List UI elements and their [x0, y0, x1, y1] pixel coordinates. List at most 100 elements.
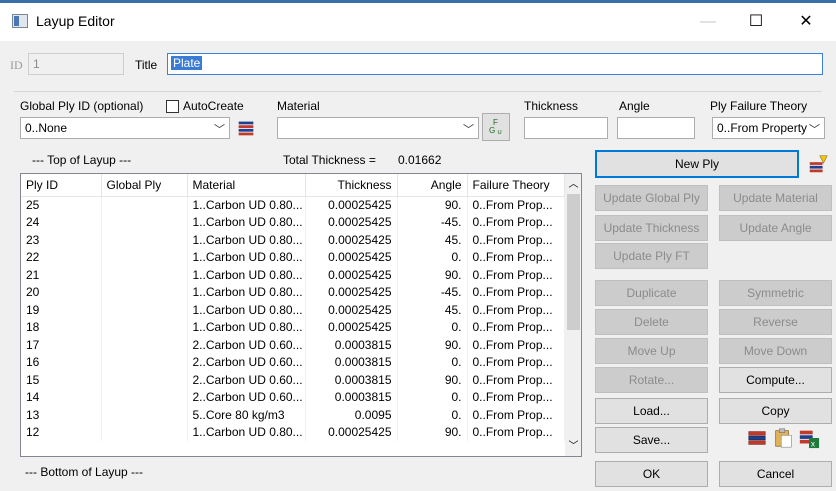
table-row[interactable]: 21 1..Carbon UD 0.80... 0.00025425 90. 0..Fr…	[21, 266, 565, 284]
copy-button[interactable]: Copy	[719, 398, 832, 424]
paste-icon[interactable]	[771, 426, 795, 450]
column-header[interactable]: Global Ply	[101, 174, 188, 197]
material-select[interactable]: ﹀	[277, 117, 479, 139]
table-cell: 2..Carbon UD 0.60...	[187, 336, 306, 354]
table-row[interactable]: 15 2..Carbon UD 0.60... 0.0003815 90. 0..Fro…	[21, 371, 565, 389]
angle-input[interactable]	[617, 117, 695, 139]
compute-button[interactable]: Compute...	[719, 367, 832, 393]
maximize-button[interactable]: ☐	[736, 9, 776, 35]
table-row[interactable]: 19 1..Carbon UD 0.80... 0.00025425 45. 0..Fr…	[21, 301, 565, 319]
function-icon: F G ∪	[489, 118, 502, 136]
reverse-button[interactable]: Reverse	[719, 309, 832, 335]
table-cell	[101, 301, 188, 319]
thickness-label: Thickness	[524, 99, 579, 113]
ply-wizard-icon[interactable]	[806, 152, 830, 176]
table-row[interactable]: 12 1..Carbon UD 0.80... 0.00025425 90. 0..Fr…	[21, 423, 565, 441]
table-cell: 0.0003815	[305, 336, 398, 354]
table-row[interactable]: 18 1..Carbon UD 0.80... 0.00025425 0. 0..Fro…	[21, 318, 565, 336]
export-excel-icon[interactable]: x	[797, 426, 821, 450]
table-cell: 25	[21, 196, 102, 214]
close-button[interactable]: ✕	[786, 9, 826, 35]
autocreate-checkbox[interactable]	[166, 100, 179, 113]
rotate-button[interactable]: Rotate...	[595, 367, 708, 393]
table-cell: 0.	[397, 318, 468, 336]
table-cell: 22	[21, 248, 102, 266]
update-material-button[interactable]: Update Material	[719, 185, 832, 211]
title-input[interactable]: Plate	[167, 53, 823, 75]
move-up-button[interactable]: Move Up	[595, 338, 708, 364]
table-cell: 0..From Prop...	[467, 353, 565, 371]
move-down-button[interactable]: Move Down	[719, 338, 832, 364]
table-row[interactable]: 14 2..Carbon UD 0.60... 0.0003815 0. 0..From…	[21, 388, 565, 406]
table-cell: 2..Carbon UD 0.60...	[187, 371, 306, 389]
table-cell: 0.00025425	[305, 283, 398, 301]
minimize-button[interactable]: —	[688, 9, 728, 35]
layup-editor-window: Layup Editor — ☐ ✕ ID 1 Title Plate Glob…	[0, 0, 836, 491]
table-cell	[101, 371, 188, 389]
symmetric-button[interactable]: Symmetric	[719, 280, 832, 306]
table-cell: 90.	[397, 423, 468, 441]
id-field: 1	[28, 53, 124, 75]
table-cell: 0.	[397, 248, 468, 266]
update-global-ply-button[interactable]: Update Global Ply	[595, 185, 708, 211]
delete-button[interactable]: Delete	[595, 309, 708, 335]
update-ply-ft-button[interactable]: Update Ply FT	[595, 243, 708, 269]
global-ply-label: Global Ply ID (optional)	[20, 99, 144, 113]
table-row[interactable]: 22 1..Carbon UD 0.80... 0.00025425 0. 0..Fro…	[21, 248, 565, 266]
column-header[interactable]: Angle	[397, 174, 468, 197]
table-row[interactable]: 20 1..Carbon UD 0.80... 0.00025425 -45. 0..F…	[21, 283, 565, 301]
scroll-up-icon[interactable]: ︿	[565, 176, 581, 193]
update-thickness-button[interactable]: Update Thickness	[595, 215, 708, 241]
table-cell: 45.	[397, 231, 468, 249]
layup-stack-icon[interactable]	[745, 426, 769, 450]
ply-failure-theory-select[interactable]: 0..From Property ﹀	[712, 117, 825, 139]
table-cell: 0.00025425	[305, 423, 398, 441]
material-function-button[interactable]: F G ∪	[482, 113, 510, 141]
table-cell: 17	[21, 336, 102, 354]
global-ply-table-icon[interactable]	[234, 116, 258, 140]
total-thickness-label: Total Thickness =	[283, 153, 376, 167]
table-cell	[101, 266, 188, 284]
table-cell: 0..From Prop...	[467, 196, 565, 214]
table-row[interactable]: 24 1..Carbon UD 0.80... 0.00025425 -45. 0..F…	[21, 213, 565, 231]
title-bar: Layup Editor — ☐ ✕	[0, 3, 836, 41]
load-button[interactable]: Load...	[595, 398, 708, 424]
table-cell: 0.00025425	[305, 213, 398, 231]
table-row[interactable]: 13 5..Core 80 kg/m3 0.0095 0. 0..From Prop..…	[21, 406, 565, 424]
new-ply-button[interactable]: New Ply	[595, 150, 799, 178]
table-cell: 24	[21, 213, 102, 231]
scrollbar-thumb[interactable]	[567, 194, 580, 330]
table-cell: 0.0003815	[305, 371, 398, 389]
id-label: ID	[10, 58, 23, 72]
autocreate-label: AutoCreate	[183, 99, 244, 113]
ok-button[interactable]: OK	[595, 461, 708, 487]
table-cell: 23	[21, 231, 102, 249]
column-header[interactable]: Ply ID	[21, 174, 102, 197]
table-row[interactable]: 17 2..Carbon UD 0.60... 0.0003815 90. 0..Fro…	[21, 336, 565, 354]
thickness-input[interactable]	[524, 117, 608, 139]
table-row[interactable]: 16 2..Carbon UD 0.60... 0.0003815 0. 0..From…	[21, 353, 565, 371]
column-header[interactable]: Failure Theory	[467, 174, 565, 197]
table-cell: 0..From Prop...	[467, 266, 565, 284]
table-cell: 1..Carbon UD 0.80...	[187, 266, 306, 284]
table-cell: 90.	[397, 336, 468, 354]
table-cell: 20	[21, 283, 102, 301]
table-cell: 0.00025425	[305, 318, 398, 336]
table-row[interactable]: 23 1..Carbon UD 0.80... 0.00025425 45. 0..Fr…	[21, 231, 565, 249]
column-header[interactable]: Thickness	[305, 174, 398, 197]
table-row[interactable]: 25 1..Carbon UD 0.80... 0.00025425 90. 0..Fr…	[21, 196, 565, 214]
update-angle-button[interactable]: Update Angle	[719, 215, 832, 241]
table-cell: 0..From Prop...	[467, 248, 565, 266]
column-header[interactable]: Material	[187, 174, 306, 197]
duplicate-button[interactable]: Duplicate	[595, 280, 708, 306]
table-cell: -45.	[397, 213, 468, 231]
total-thickness-value: 0.01662	[398, 153, 442, 167]
scroll-down-icon[interactable]: ﹀	[565, 438, 581, 455]
table-cell: 90.	[397, 196, 468, 214]
save-button[interactable]: Save...	[595, 427, 708, 453]
global-ply-select[interactable]: 0..None ﹀	[20, 117, 230, 139]
layup-table[interactable]: Ply ID Global Ply Material Thickness Angle Fa…	[20, 173, 582, 457]
table-cell: 0.	[397, 406, 468, 424]
cancel-button[interactable]: Cancel	[719, 461, 832, 487]
table-vertical-scrollbar[interactable]: ︿ ﹀	[565, 174, 581, 456]
